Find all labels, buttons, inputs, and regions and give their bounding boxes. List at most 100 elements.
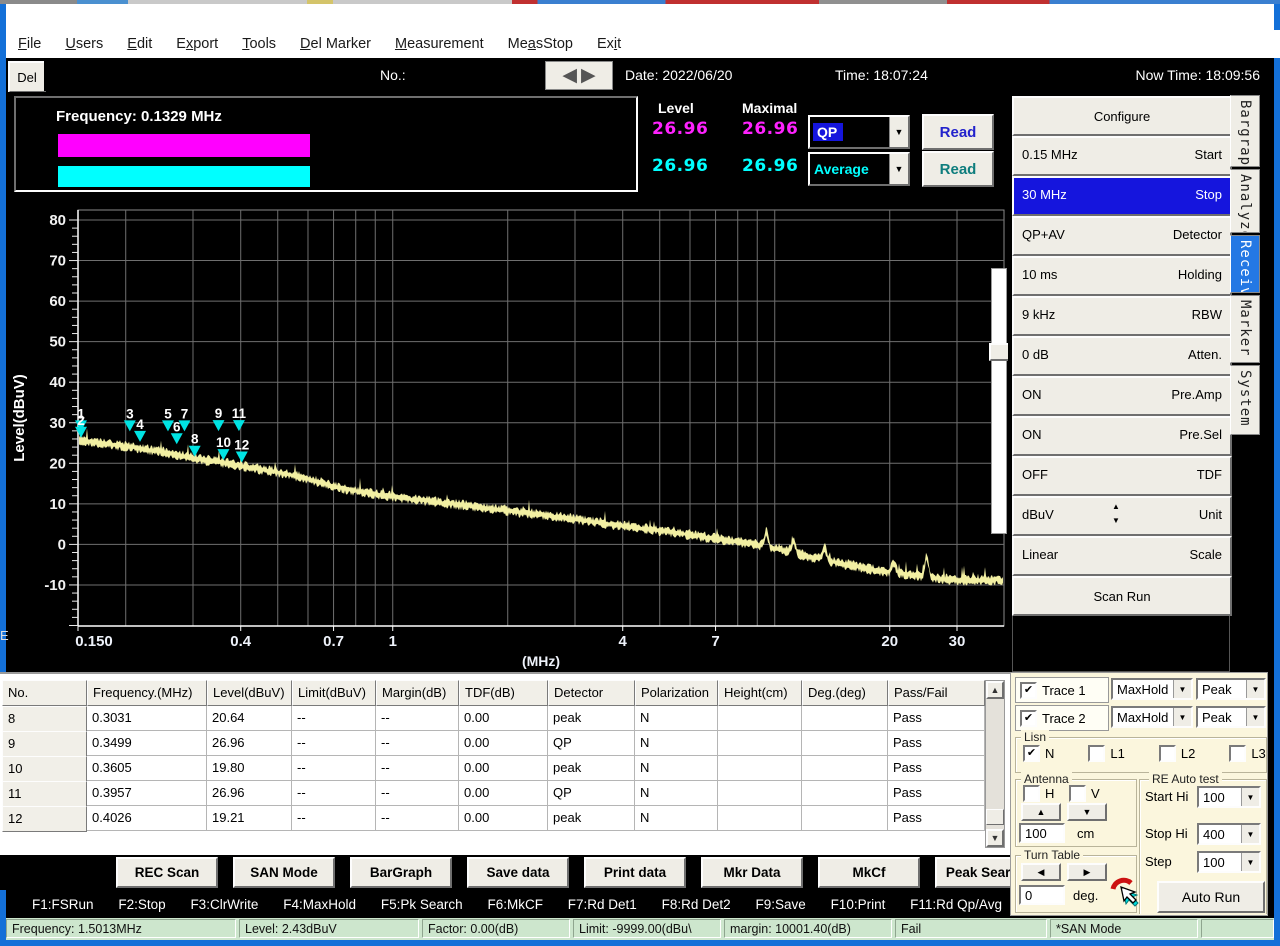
table-cell[interactable]: 0.00 [459,781,548,806]
turn-right-button[interactable]: ▶ [1067,863,1107,881]
receiver-holding-button[interactable]: 10 msHolding [1012,256,1232,296]
table-cell[interactable]: QP [548,781,635,806]
antenna-down-button[interactable]: ▼ [1067,803,1107,821]
mkr-data-button[interactable]: Mkr Data [701,857,803,888]
re-stop-select[interactable]: 400▼ [1197,823,1261,845]
menu-item-users[interactable]: Users [65,36,103,52]
table-scrollbar[interactable]: ▲ ▼ [985,680,1005,848]
trace2-checkbox[interactable]: ✔Trace 2 [1020,710,1086,727]
table-cell[interactable]: 26.96 [207,781,292,806]
table-cell[interactable] [802,756,888,781]
table-cell[interactable]: 0.00 [459,756,548,781]
table-cell[interactable]: 19.21 [207,806,292,831]
table-cell[interactable]: -- [292,781,376,806]
turn-angle-input[interactable]: 0 [1019,885,1065,905]
qp-detector-select[interactable]: QP ▼ [808,115,910,149]
table-cell[interactable]: N [635,806,718,831]
table-cell[interactable]: 0.00 [459,731,548,756]
turn-left-button[interactable]: ◀ [1021,863,1061,881]
save-data-button[interactable]: Save data [467,857,569,888]
san-mode-button[interactable]: SAN Mode [233,857,335,888]
table-cell[interactable] [718,731,802,756]
chevron-down-icon[interactable]: ▼ [1173,708,1191,726]
table-cell[interactable] [718,706,802,731]
table-cell[interactable]: Pass [888,731,985,756]
re-step-select[interactable]: 100▼ [1197,851,1261,873]
table-cell[interactable]: 19.80 [207,756,292,781]
avg-read-button[interactable]: Read [922,151,994,187]
table-row-header[interactable]: 11 [2,781,87,807]
table-cell[interactable]: 0.00 [459,706,548,731]
tab-receiver[interactable]: Receiver [1230,235,1260,293]
table-cell[interactable]: 0.00 [459,806,548,831]
menu-item-del-marker[interactable]: Del Marker [300,36,371,52]
table-cell[interactable]: 0.3031 [87,706,207,731]
table-cell[interactable]: Pass [888,706,985,731]
record-nav-buttons[interactable]: ◀▶ [545,61,613,90]
table-cell[interactable]: QP [548,731,635,756]
lisn-l2-checkbox[interactable]: L2 [1159,745,1195,762]
menu-item-exit[interactable]: Exit [597,36,621,52]
table-cell[interactable]: -- [292,706,376,731]
receiver-start-button[interactable]: 0.15 MHzStart [1012,136,1232,176]
table-cell[interactable]: Pass [888,781,985,806]
table-cell[interactable]: -- [376,806,459,831]
prev-record-icon[interactable]: ◀ [562,64,577,87]
trace1-mode-select[interactable]: MaxHold▼ [1111,678,1193,700]
table-cell[interactable]: 26.96 [207,731,292,756]
chevron-down-icon[interactable]: ▼ [1246,680,1264,698]
table-cell[interactable]: peak [548,706,635,731]
tab-marker[interactable]: Marker [1230,295,1260,363]
qp-read-button[interactable]: Read [922,114,994,150]
table-cell[interactable]: 0.3605 [87,756,207,781]
table-cell[interactable]: -- [376,731,459,756]
table-cell[interactable]: 0.4026 [87,806,207,831]
tab-system[interactable]: System [1230,365,1260,435]
table-cell[interactable]: peak [548,756,635,781]
receiver-atten-button[interactable]: 0 dBAtten. [1012,336,1232,376]
lisn-l3-checkbox[interactable]: L3 [1229,745,1265,762]
receiver-tdf-button[interactable]: OFFTDF [1012,456,1232,496]
menu-item-edit[interactable]: Edit [127,36,152,52]
trace2-mode-select[interactable]: MaxHold▼ [1111,706,1193,728]
table-cell[interactable]: Pass [888,756,985,781]
table-cell[interactable]: N [635,756,718,781]
table-row-header[interactable]: 12 [2,806,87,832]
table-cell[interactable]: -- [292,756,376,781]
table-cell[interactable] [718,806,802,831]
print-data-button[interactable]: Print data [584,857,686,888]
receiver-detector-button[interactable]: QP+AVDetector [1012,216,1232,256]
table-row-header[interactable]: 9 [2,731,87,757]
table-scrollbar-thumb[interactable] [986,809,1004,825]
next-record-icon[interactable]: ▶ [581,64,596,87]
table-cell[interactable]: -- [292,806,376,831]
re-start-select[interactable]: 100▼ [1197,786,1261,808]
table-cell[interactable] [718,781,802,806]
lisn-l1-checkbox[interactable]: L1 [1088,745,1124,762]
trace2-detector-select[interactable]: Peak▼ [1196,706,1266,728]
chevron-down-icon[interactable]: ▼ [1173,680,1191,698]
menu-item-measstop[interactable]: MeasStop [508,36,573,52]
table-cell[interactable] [802,706,888,731]
chevron-down-icon[interactable]: ▼ [1241,825,1259,843]
table-cell[interactable]: N [635,706,718,731]
chevron-down-icon[interactable]: ▼ [1246,708,1264,726]
table-cell[interactable]: -- [376,756,459,781]
table-cell[interactable]: -- [376,781,459,806]
table-cell[interactable]: 0.3499 [87,731,207,756]
menu-item-measurement[interactable]: Measurement [395,36,484,52]
trace1-detector-select[interactable]: Peak▼ [1196,678,1266,700]
table-cell[interactable] [802,806,888,831]
receiver-preamp-button[interactable]: ONPre.Amp [1012,376,1232,416]
scan-run-button[interactable]: Scan Run [1012,576,1232,616]
table-cell[interactable]: Pass [888,806,985,831]
receiver-rbw-button[interactable]: 9 kHzRBW [1012,296,1232,336]
scroll-up-icon[interactable]: ▲ [986,681,1004,699]
chevron-down-icon[interactable]: ▼ [1241,788,1259,806]
tab-bargraph[interactable]: Bargraph [1230,95,1260,167]
table-cell[interactable]: 0.3957 [87,781,207,806]
chevron-down-icon[interactable]: ▼ [1241,853,1259,871]
trace1-checkbox[interactable]: ✔Trace 1 [1020,682,1086,699]
antenna-h-checkbox[interactable]: H [1023,785,1054,802]
mkcf-button[interactable]: MkCf [818,857,920,888]
